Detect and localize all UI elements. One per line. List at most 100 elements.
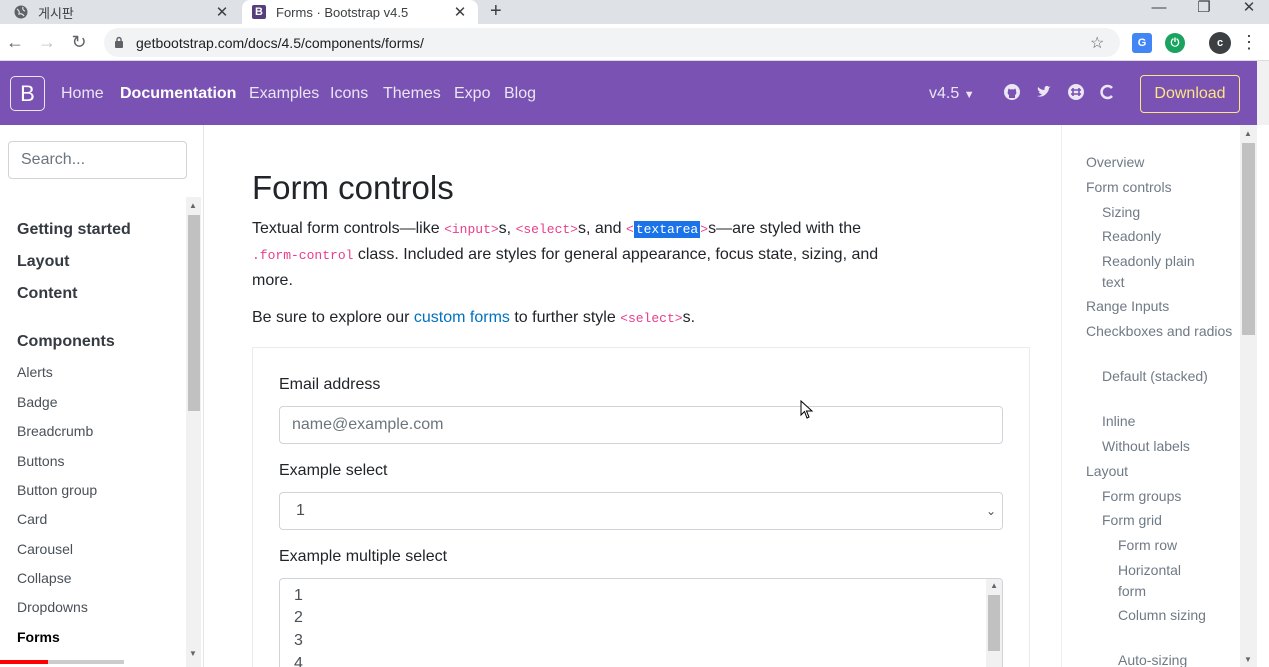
- minimize-icon[interactable]: —: [1139, 0, 1179, 24]
- sidebar-group-components[interactable]: Components: [17, 333, 115, 351]
- github-icon[interactable]: [1003, 83, 1021, 101]
- browser-menu-icon[interactable]: ⋮: [1240, 32, 1258, 53]
- toc-item[interactable]: Sizing: [1102, 202, 1212, 223]
- nav-blog[interactable]: Blog: [504, 85, 536, 103]
- video-progress-fill: [0, 660, 49, 664]
- download-button[interactable]: Download: [1140, 75, 1240, 113]
- toc-item[interactable]: Horizontal form: [1118, 560, 1208, 602]
- sidebar-item-buttons[interactable]: Buttons: [17, 453, 64, 469]
- mouse-cursor-icon: [800, 399, 814, 425]
- toc-item[interactable]: Form row: [1118, 535, 1208, 556]
- window-close-icon[interactable]: ✕: [1229, 0, 1269, 24]
- page-toc: Overview Form controls Sizing Readonly R…: [1061, 125, 1241, 667]
- site-navbar: B Home Documentation Examples Icons Them…: [0, 61, 1269, 125]
- sidebar-item-carousel[interactable]: Carousel: [17, 541, 73, 557]
- toc-item[interactable]: Layout: [1086, 461, 1236, 482]
- bootstrap-icon: B: [252, 5, 266, 19]
- sidebar-item-button-group[interactable]: Button group: [17, 482, 97, 498]
- select-option[interactable]: 1: [294, 587, 303, 605]
- tab-label: 게시판: [38, 5, 74, 21]
- toc-item[interactable]: Form controls: [1086, 177, 1236, 198]
- sidebar-item-dropdowns[interactable]: Dropdowns: [17, 599, 88, 615]
- intro-text: Textual form controls—like: [252, 220, 445, 237]
- scroll-down-icon[interactable]: ▼: [189, 649, 197, 658]
- intro-paragraph: Textual form controls—like <input>s, <se…: [252, 216, 882, 293]
- scroll-up-icon[interactable]: ▲: [990, 581, 998, 590]
- custom-forms-link[interactable]: custom forms: [414, 309, 510, 326]
- toc-item[interactable]: Overview: [1086, 152, 1236, 173]
- sidebar-group-getting-started[interactable]: Getting started: [17, 221, 131, 239]
- sidebar-scrollbar-thumb[interactable]: [188, 215, 200, 411]
- page-scrollbar-thumb[interactable]: [1242, 143, 1255, 335]
- multi-select-label: Example multiple select: [279, 548, 448, 565]
- nav-documentation[interactable]: Documentation: [120, 85, 236, 103]
- browser-tab-forms[interactable]: B Forms · Bootstrap v4.5 ✕: [242, 0, 478, 24]
- nav-examples[interactable]: Examples: [249, 85, 319, 103]
- select-option[interactable]: 3: [294, 632, 303, 650]
- toc-item[interactable]: Checkboxes and radios: [1086, 321, 1236, 342]
- sidebar-item-alerts[interactable]: Alerts: [17, 364, 53, 380]
- search-input[interactable]: Search...: [8, 141, 187, 179]
- toc-item[interactable]: Auto-sizing: [1118, 650, 1208, 667]
- address-bar[interactable]: getbootstrap.com/docs/4.5/components/for…: [104, 28, 1120, 57]
- sidebar-group-content[interactable]: Content: [17, 285, 77, 303]
- translate-icon[interactable]: G: [1132, 33, 1152, 53]
- sidebar-item-forms[interactable]: Forms: [17, 629, 60, 645]
- close-icon[interactable]: ✕: [214, 3, 230, 21]
- tab-label: Forms · Bootstrap v4.5: [276, 4, 409, 20]
- scroll-down-icon[interactable]: ▼: [1244, 655, 1252, 664]
- sidebar-item-badge[interactable]: Badge: [17, 394, 57, 410]
- toc-item[interactable]: Column sizing: [1118, 605, 1208, 626]
- nav-expo[interactable]: Expo: [454, 85, 490, 103]
- video-progress-bar[interactable]: [0, 660, 124, 664]
- nav-themes[interactable]: Themes: [383, 85, 441, 103]
- example-select[interactable]: 1 ⌄: [279, 492, 1003, 530]
- intro-text: s,: [498, 220, 516, 237]
- back-icon[interactable]: ←: [5, 32, 25, 52]
- toc-item[interactable]: Range Inputs: [1086, 296, 1236, 317]
- toc-item[interactable]: Inline: [1102, 411, 1212, 432]
- sidebar-item-breadcrumb[interactable]: Breadcrumb: [17, 423, 93, 439]
- main-content: Form controls Textual form controls—like…: [204, 125, 1061, 667]
- page-scrollbar-top[interactable]: [1257, 61, 1269, 125]
- explore-text: Be sure to explore our: [252, 309, 414, 326]
- sidebar-item-card[interactable]: Card: [17, 511, 47, 527]
- reload-icon[interactable]: ↻: [69, 32, 89, 52]
- nav-home[interactable]: Home: [61, 85, 104, 103]
- twitter-icon[interactable]: [1035, 83, 1053, 101]
- profile-avatar[interactable]: c: [1209, 32, 1231, 54]
- multi-select-scrollbar-thumb[interactable]: [988, 595, 1000, 651]
- nav-icons[interactable]: Icons: [330, 85, 368, 103]
- toc-item[interactable]: Default (stacked): [1102, 366, 1212, 387]
- extension-icon[interactable]: ⏻: [1165, 33, 1185, 53]
- version-dropdown[interactable]: v4.5 ▼: [929, 85, 975, 103]
- bootstrap-logo[interactable]: B: [10, 76, 45, 111]
- explore-text: s.: [682, 309, 696, 326]
- new-tab-icon[interactable]: +: [490, 0, 502, 22]
- close-icon[interactable]: ✕: [452, 3, 468, 21]
- select-option[interactable]: 2: [294, 609, 303, 627]
- toc-item[interactable]: Without labels: [1102, 436, 1212, 457]
- scroll-up-icon[interactable]: ▲: [1244, 129, 1252, 138]
- bookmark-star-icon[interactable]: ☆: [1090, 33, 1110, 53]
- toc-item[interactable]: Readonly: [1102, 226, 1212, 247]
- toc-item[interactable]: Form grid: [1102, 510, 1212, 531]
- code-textarea-highlighted: textarea: [633, 221, 701, 238]
- docs-sidebar: Search... Getting started Layout Content…: [0, 125, 204, 667]
- version-label: v4.5: [929, 85, 960, 102]
- opencollective-icon[interactable]: [1099, 83, 1117, 101]
- sidebar-group-layout[interactable]: Layout: [17, 253, 69, 271]
- restore-icon[interactable]: ❐: [1184, 0, 1224, 24]
- email-field[interactable]: name@example.com: [279, 406, 1003, 444]
- slack-icon[interactable]: [1067, 83, 1085, 101]
- browser-tab-board[interactable]: 게시판 ✕: [0, 0, 240, 24]
- forward-icon[interactable]: →: [37, 32, 57, 52]
- intro-text: s, and: [577, 220, 627, 237]
- sidebar-item-collapse[interactable]: Collapse: [17, 570, 71, 586]
- toc-item[interactable]: Form groups: [1102, 486, 1212, 507]
- toc-item[interactable]: Readonly plain text: [1102, 251, 1212, 293]
- select-option[interactable]: 4: [294, 655, 303, 667]
- example-multiple-select[interactable]: 1 2 3 4 ▲: [279, 578, 1003, 667]
- scroll-up-icon[interactable]: ▲: [189, 201, 197, 210]
- page-scrollbar[interactable]: ▲ ▼: [1240, 125, 1257, 667]
